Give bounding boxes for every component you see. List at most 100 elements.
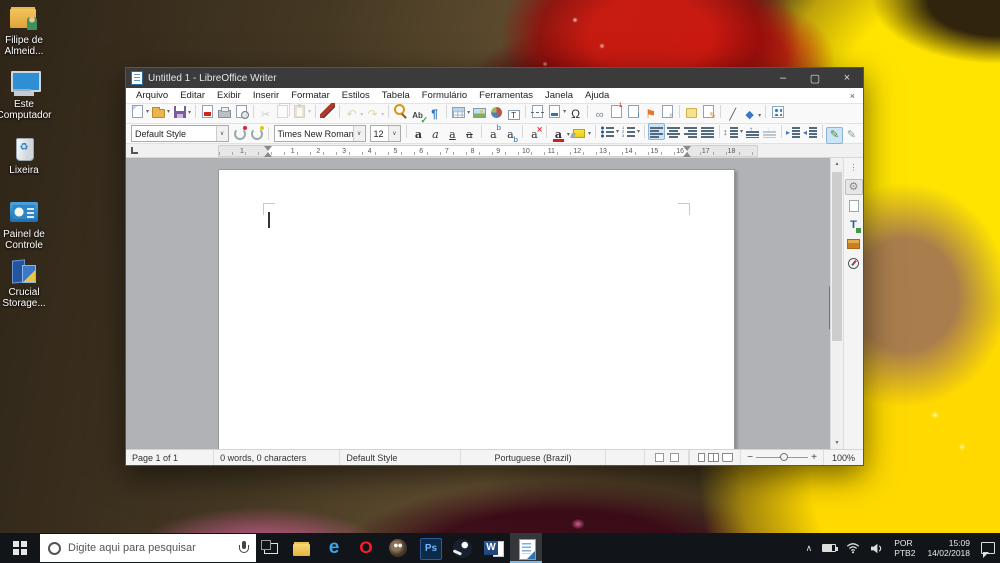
edit-mode-button[interactable]: ✎ <box>843 127 860 144</box>
menu-editar[interactable]: Editar <box>174 90 211 101</box>
print-button[interactable] <box>216 104 233 121</box>
special-character-button[interactable]: Ω <box>567 106 584 123</box>
update-style-button[interactable] <box>231 125 248 142</box>
menu-janela[interactable]: Janela <box>539 90 579 101</box>
maximize-button[interactable]: ▢ <box>799 68 831 88</box>
menu-formatar[interactable]: Formatar <box>285 90 336 101</box>
subscript-button[interactable]: a <box>502 126 519 143</box>
insert-endnote-button[interactable] <box>625 103 642 120</box>
cross-reference-button[interactable] <box>659 103 676 120</box>
tab-stop-selector-icon[interactable] <box>131 147 138 154</box>
scroll-up-icon[interactable]: ▲ <box>831 158 843 170</box>
dropdown-arrow-icon[interactable]: ▾ <box>188 109 191 116</box>
new-document-button[interactable]: ▾ <box>129 103 150 120</box>
ruler[interactable]: 1123456789101112131415161718 <box>126 144 863 158</box>
para-space-increase-button[interactable] <box>744 123 761 140</box>
insert-image-button[interactable] <box>471 105 488 122</box>
insert-footnote-button[interactable] <box>608 103 625 120</box>
desktop-icon-user-folder[interactable]: Filipe de Almeid... <box>0 6 58 57</box>
align-right-button[interactable] <box>682 123 699 140</box>
dropdown-arrow-icon[interactable]: ▾ <box>381 111 384 118</box>
direct-cursor-button[interactable]: ✎ <box>826 127 843 144</box>
text-language[interactable]: Portuguese (Brazil) <box>461 450 606 465</box>
desktop-icon-crucial-storage[interactable]: Crucial Storage... <box>0 258 58 309</box>
bold-button[interactable]: a <box>410 126 427 143</box>
sidebar-settings-button[interactable]: ⋮ <box>845 160 863 176</box>
numbering-button[interactable]: ▾ <box>620 123 641 140</box>
page-break-button[interactable] <box>529 103 546 120</box>
taskbar-app-photoshop[interactable] <box>414 533 446 563</box>
chevron-down-icon[interactable]: ∨ <box>353 126 365 141</box>
document-page[interactable] <box>218 169 735 449</box>
font-color-button[interactable]: a▾ <box>550 126 571 143</box>
title-bar[interactable]: Untitled 1 - LibreOffice Writer – ▢ × <box>126 68 863 88</box>
insert-textbox-button[interactable]: T <box>505 107 522 124</box>
volume-indicator[interactable] <box>865 533 888 563</box>
superscript-button[interactable]: a <box>485 126 502 143</box>
horizontal-ruler-strip[interactable]: 1123456789101112131415161718 <box>218 145 758 157</box>
taskbar-app-file-explorer[interactable] <box>286 533 318 563</box>
multi-page-view-icon[interactable] <box>708 453 719 462</box>
desktop-icon-recycle-bin[interactable]: Lixeira <box>0 136 58 176</box>
action-center-button[interactable] <box>976 533 1000 563</box>
menu-arquivo[interactable]: Arquivo <box>130 90 174 101</box>
zoom-in-icon[interactable]: + <box>811 452 817 463</box>
menu-formulario[interactable]: Formulário <box>416 90 473 101</box>
zoom-out-icon[interactable]: − <box>747 452 753 463</box>
vertical-scrollbar[interactable]: ▲ ▼ <box>830 158 843 449</box>
chevron-down-icon[interactable]: ∨ <box>216 126 228 141</box>
indent-increase-button[interactable] <box>785 123 802 140</box>
desktop-icon-control-panel[interactable]: Painel de Controle <box>0 200 58 251</box>
insert-comment-button[interactable] <box>683 105 700 122</box>
taskbar-clock[interactable]: 15:09 14/02/2018 <box>921 533 976 563</box>
italic-button[interactable]: a <box>427 126 444 143</box>
insert-chart-button[interactable] <box>488 104 505 121</box>
search-input[interactable] <box>68 542 232 554</box>
highlight-button[interactable]: ▾ <box>571 125 592 142</box>
minimize-button[interactable]: – <box>767 68 799 88</box>
align-left-button[interactable] <box>648 123 665 140</box>
taskbar-app-opera[interactable] <box>350 533 382 563</box>
dropdown-arrow-icon[interactable]: ▾ <box>467 109 470 116</box>
task-view-button[interactable] <box>256 533 286 563</box>
scroll-down-icon[interactable]: ▼ <box>831 437 843 449</box>
wifi-indicator[interactable] <box>841 533 865 563</box>
selection-mode[interactable] <box>645 450 689 465</box>
align-justify-button[interactable] <box>699 123 716 140</box>
insert-bookmark-button[interactable]: ⚑ <box>642 106 659 123</box>
language-indicator[interactable]: POR PTB2 <box>888 533 921 563</box>
taskbar-app-word[interactable] <box>478 533 510 563</box>
menu-ferramentas[interactable]: Ferramentas <box>473 90 539 101</box>
save-button[interactable]: ▾ <box>171 104 192 121</box>
chevron-down-icon[interactable]: ∨ <box>388 126 400 141</box>
dropdown-arrow-icon[interactable]: ▾ <box>758 112 761 119</box>
font-size-combo[interactable]: 12 ∨ <box>370 125 401 142</box>
menu-ajuda[interactable]: Ajuda <box>579 90 615 101</box>
taskbar-app-steam[interactable] <box>446 533 478 563</box>
spelling-button[interactable]: Ab <box>409 108 426 125</box>
insert-mode-icon[interactable] <box>655 453 664 462</box>
clone-formatting-button[interactable] <box>319 102 336 119</box>
export-pdf-button[interactable] <box>199 103 216 120</box>
sidebar-collapse-handle[interactable] <box>829 286 830 330</box>
dropdown-arrow-icon[interactable]: ▾ <box>360 111 363 118</box>
menu-inserir[interactable]: Inserir <box>247 90 285 101</box>
properties-button[interactable]: ⚙ <box>845 179 863 195</box>
align-center-button[interactable] <box>665 123 682 140</box>
desktop-icon-this-pc[interactable]: Este Computador <box>0 70 58 121</box>
zoom-percentage[interactable]: 100% <box>824 453 863 463</box>
insert-table-button[interactable]: ▾ <box>450 104 471 121</box>
find-replace-button[interactable] <box>392 102 409 119</box>
dropdown-arrow-icon[interactable]: ▾ <box>308 108 311 115</box>
strikethrough-button[interactable]: a <box>461 126 478 143</box>
draw-functions-button[interactable] <box>769 104 786 121</box>
bullets-button[interactable]: ▾ <box>599 123 620 140</box>
menu-estilos[interactable]: Estilos <box>336 90 376 101</box>
taskbar-app-edge[interactable] <box>318 533 350 563</box>
dropdown-arrow-icon[interactable]: ▾ <box>563 108 566 115</box>
taskbar-search[interactable] <box>40 534 256 562</box>
font-name-combo[interactable]: Times New Roman ∨ <box>274 125 366 142</box>
menu-tabela[interactable]: Tabela <box>376 90 416 101</box>
selection-mode-icon[interactable] <box>670 453 679 462</box>
left-indent-marker[interactable] <box>264 146 272 157</box>
